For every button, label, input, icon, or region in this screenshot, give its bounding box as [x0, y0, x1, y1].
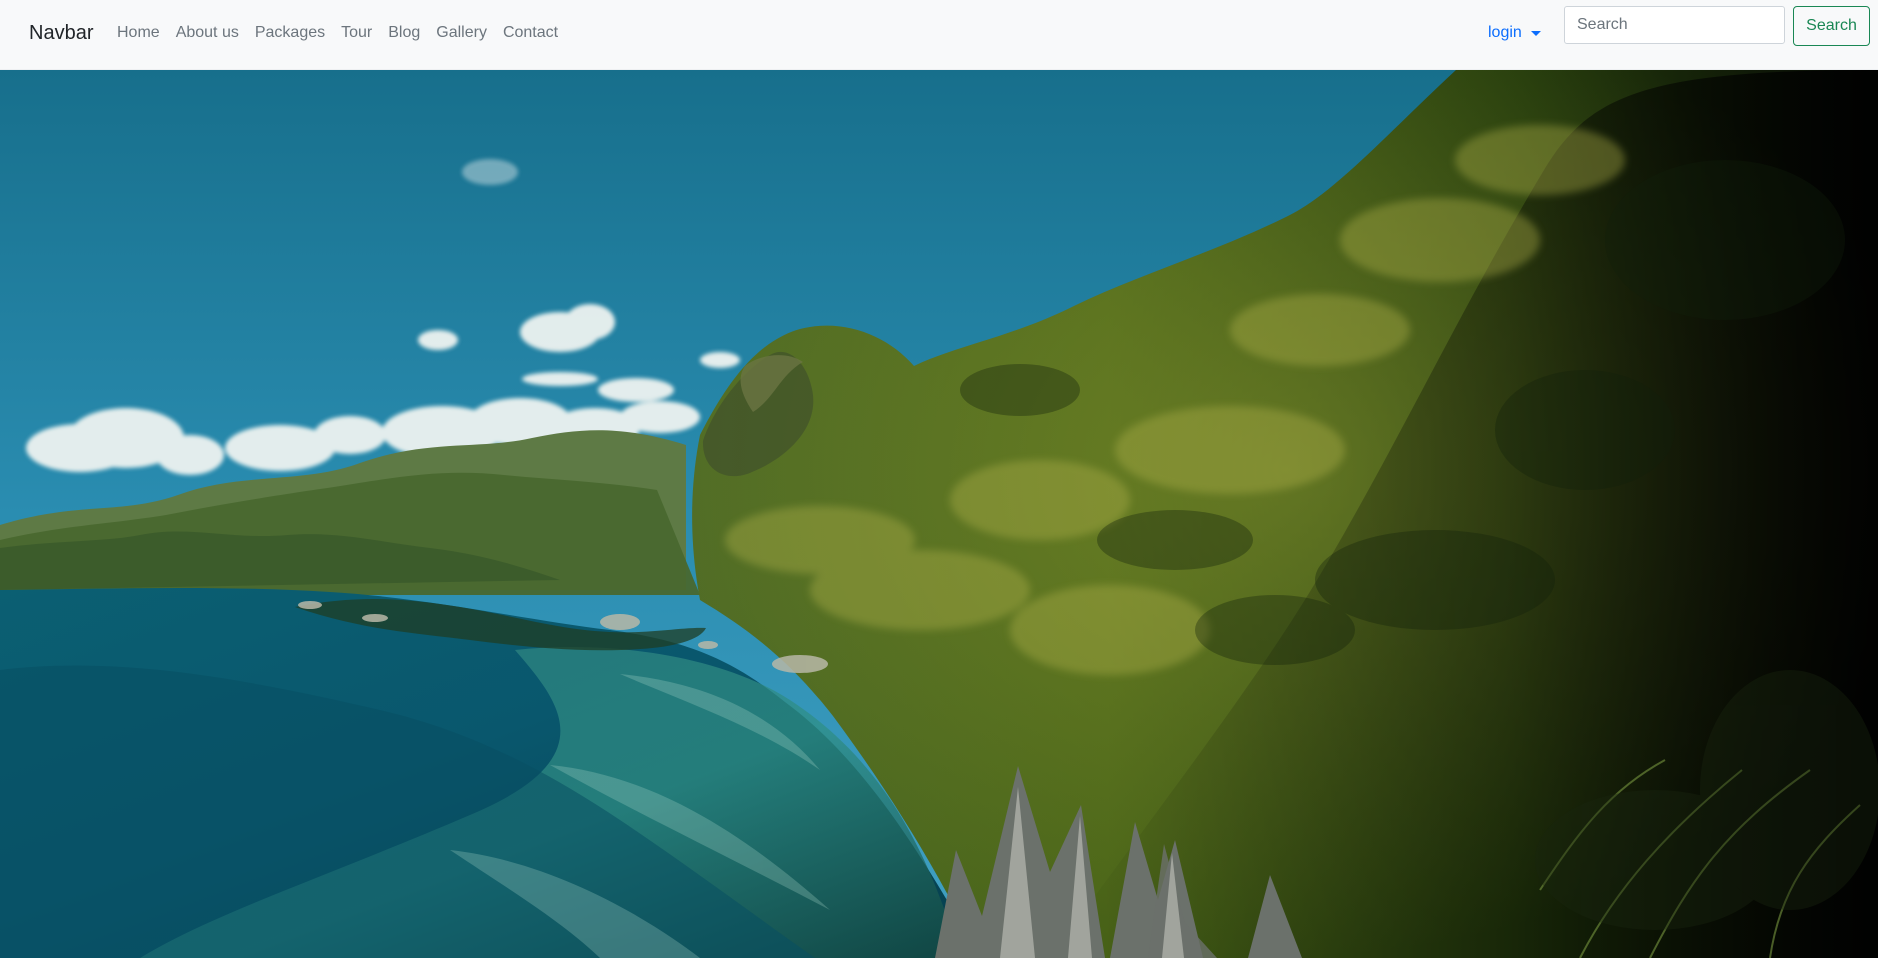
chevron-down-icon [1530, 31, 1541, 36]
nav-link-about-us[interactable]: About us [168, 20, 247, 46]
nav-link-gallery[interactable]: Gallery [428, 20, 495, 46]
login-dropdown-toggle[interactable]: login [1488, 20, 1541, 46]
nav-link-blog[interactable]: Blog [380, 20, 428, 46]
nav-link-tour[interactable]: Tour [333, 20, 380, 46]
top-navbar: Navbar Home About us Packages Tour Blog … [0, 0, 1878, 70]
nav-link-packages[interactable]: Packages [247, 20, 333, 46]
hero-landscape-image [0, 70, 1878, 958]
navbar-brand[interactable]: Navbar [29, 21, 93, 45]
nav-link-contact[interactable]: Contact [495, 20, 566, 46]
primary-navigation: Home About us Packages Tour Blog Gallery… [109, 20, 566, 46]
search-button[interactable]: Search [1793, 6, 1870, 46]
nav-link-home[interactable]: Home [109, 20, 168, 46]
login-label: login [1488, 24, 1522, 41]
coastal-island-scene [0, 70, 1878, 958]
search-input[interactable] [1564, 6, 1785, 44]
